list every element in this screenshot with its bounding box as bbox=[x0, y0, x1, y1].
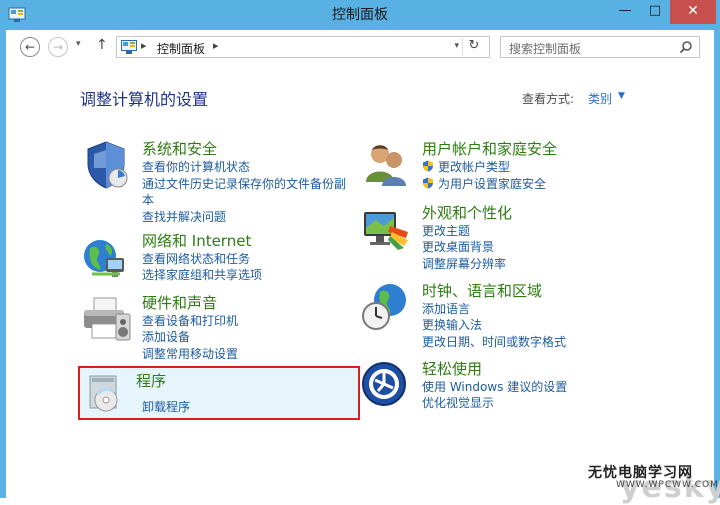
link-change-account-type[interactable]: 更改帐户类型 bbox=[438, 158, 510, 175]
page-title: 调整计算机的设置 bbox=[80, 90, 209, 109]
link-change-theme[interactable]: 更改主题 bbox=[422, 222, 470, 239]
chevron-down-icon[interactable]: ▼ bbox=[618, 91, 625, 101]
title-bar[interactable]: 控制面板 — □ ✕ bbox=[0, 0, 720, 30]
link-file-history-backup-cont[interactable]: 本 bbox=[142, 191, 154, 208]
category-title-network-internet[interactable]: 网络和 Internet bbox=[142, 230, 251, 251]
maximize-button[interactable]: □ bbox=[640, 0, 670, 24]
close-button[interactable]: ✕ bbox=[670, 0, 716, 24]
refresh-button[interactable]: ↻ bbox=[462, 38, 485, 56]
control-panel-icon bbox=[121, 40, 137, 54]
link-date-time-format[interactable]: 更改日期、时间或数字格式 bbox=[422, 333, 566, 350]
category-appearance: 外观和个性化 更改主题 更改桌面背景 调整屏幕分辨率 bbox=[360, 202, 700, 272]
minimize-button[interactable]: — bbox=[610, 0, 640, 24]
address-bar[interactable]: ▸ 控制面板 ▸ ▾ ↻ bbox=[116, 36, 490, 58]
category-clock-language-region: 时钟、语言和区域 添加语言 更换输入法 更改日期、时间或数字格式 bbox=[360, 280, 700, 350]
link-windows-recommended-settings[interactable]: 使用 Windows 建议的设置 bbox=[422, 378, 567, 395]
shield-icon[interactable] bbox=[80, 138, 132, 190]
watermark-site-name: 无忧电脑学习网 bbox=[588, 465, 693, 481]
link-file-history-backup[interactable]: 通过文件历史记录保存你的文件备份副 bbox=[142, 175, 346, 192]
breadcrumb-separator[interactable]: ▸ bbox=[213, 39, 219, 52]
link-optimize-visual-display[interactable]: 优化视觉显示 bbox=[422, 394, 494, 411]
link-add-device[interactable]: 添加设备 bbox=[142, 328, 190, 345]
category-title-user-accounts[interactable]: 用户帐户和家庭安全 bbox=[422, 138, 557, 159]
programs-icon[interactable] bbox=[86, 372, 128, 414]
uac-shield-icon bbox=[423, 160, 433, 172]
watermark-site-url: WWW.WPCWW.COM bbox=[616, 480, 719, 490]
ease-of-access-icon[interactable] bbox=[360, 358, 412, 410]
back-button[interactable]: ← bbox=[20, 37, 40, 57]
link-screen-resolution[interactable]: 调整屏幕分辨率 bbox=[422, 255, 506, 272]
printer-icon[interactable] bbox=[80, 292, 132, 344]
link-uninstall-program[interactable]: 卸载程序 bbox=[142, 398, 190, 415]
address-history-dropdown[interactable]: ▾ bbox=[454, 41, 459, 51]
users-icon[interactable] bbox=[360, 138, 412, 190]
client-area: ← → ▾ ↑ ▸ 控制面板 ▸ ▾ ↻ 搜索控制面板 调整计算机的设置 查看方… bbox=[6, 30, 720, 505]
search-box[interactable]: 搜索控制面板 bbox=[500, 36, 700, 58]
link-view-computer-status[interactable]: 查看你的计算机状态 bbox=[142, 158, 250, 175]
search-input[interactable]: 搜索控制面板 bbox=[509, 40, 581, 57]
category-title-programs[interactable]: 程序 bbox=[136, 370, 166, 391]
category-title-clock-language-region[interactable]: 时钟、语言和区域 bbox=[422, 280, 542, 301]
navigation-bar: ← → ▾ ↑ ▸ 控制面板 ▸ ▾ ↻ 搜索控制面板 bbox=[6, 30, 714, 64]
link-change-desktop-background[interactable]: 更改桌面背景 bbox=[422, 238, 494, 255]
category-title-system-security[interactable]: 系统和安全 bbox=[142, 138, 217, 159]
link-add-language[interactable]: 添加语言 bbox=[422, 300, 470, 317]
view-by-dropdown[interactable]: 类别 bbox=[588, 90, 612, 107]
control-panel-window: 控制面板 — □ ✕ ← → ▾ ↑ ▸ 控制面板 ▸ ▾ ↻ 搜索控制面板 调… bbox=[0, 0, 720, 505]
breadcrumb-separator[interactable]: ▸ bbox=[141, 39, 147, 52]
link-change-input-method[interactable]: 更换输入法 bbox=[422, 316, 482, 333]
category-hardware-sound: 硬件和声音 查看设备和打印机 添加设备 调整常用移动设置 bbox=[80, 292, 350, 362]
monitor-palette-icon[interactable] bbox=[360, 202, 412, 254]
link-family-safety[interactable]: 为用户设置家庭安全 bbox=[438, 175, 546, 192]
category-programs: 程序 卸载程序 bbox=[86, 372, 356, 416]
up-button[interactable]: ↑ bbox=[96, 37, 108, 53]
clock-globe-icon[interactable] bbox=[360, 280, 412, 332]
category-user-accounts: 用户帐户和家庭安全 更改帐户类型 为用户设置家庭安全 bbox=[360, 138, 700, 192]
link-mobility-settings[interactable]: 调整常用移动设置 bbox=[142, 345, 238, 362]
recent-locations-button[interactable]: ▾ bbox=[76, 39, 81, 49]
category-title-hardware-sound[interactable]: 硬件和声音 bbox=[142, 292, 217, 313]
category-title-appearance[interactable]: 外观和个性化 bbox=[422, 202, 512, 223]
link-troubleshoot[interactable]: 查找并解决问题 bbox=[142, 208, 226, 225]
category-ease-of-access: 轻松使用 使用 Windows 建议的设置 优化视觉显示 bbox=[360, 358, 700, 410]
breadcrumb-control-panel[interactable]: 控制面板 bbox=[157, 40, 205, 57]
view-by-label: 查看方式: bbox=[522, 92, 575, 106]
link-network-status[interactable]: 查看网络状态和任务 bbox=[142, 250, 250, 267]
network-globe-icon[interactable] bbox=[80, 230, 132, 282]
link-homegroup-sharing[interactable]: 选择家庭组和共享选项 bbox=[142, 266, 262, 283]
category-title-ease-of-access[interactable]: 轻松使用 bbox=[422, 358, 482, 379]
category-network-internet: 网络和 Internet 查看网络状态和任务 选择家庭组和共享选项 bbox=[80, 230, 350, 282]
uac-shield-icon bbox=[423, 177, 433, 189]
link-devices-printers[interactable]: 查看设备和打印机 bbox=[142, 312, 238, 329]
search-icon[interactable] bbox=[679, 40, 693, 54]
category-system-security: 系统和安全 查看你的计算机状态 通过文件历史记录保存你的文件备份副 本 查找并解… bbox=[80, 138, 350, 224]
forward-button[interactable]: → bbox=[48, 37, 68, 57]
